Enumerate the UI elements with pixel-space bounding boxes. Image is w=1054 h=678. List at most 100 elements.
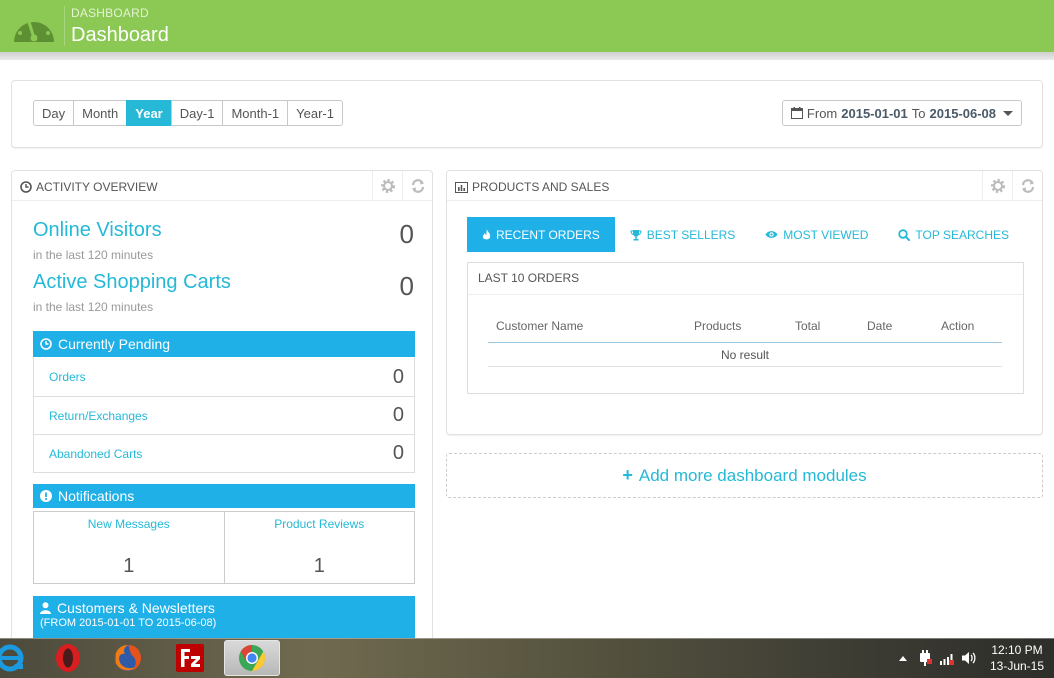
pending-returns-link[interactable]: Return/Exchanges: [49, 409, 148, 423]
clock-time: 12:10 PM: [991, 643, 1043, 657]
taskbar-opera[interactable]: [40, 640, 96, 676]
pending-returns-value: 0: [392, 404, 404, 426]
new-messages-label[interactable]: New Messages: [34, 517, 224, 531]
date-to-label: To: [911, 105, 926, 121]
header-shadow: [0, 52, 1054, 60]
online-visitors-value: 0: [399, 219, 414, 249]
notifications-title: Notifications: [58, 488, 135, 504]
activity-panel-title-wrap: Activity overview: [20, 180, 158, 194]
firefox-icon: [115, 644, 141, 671]
pending-orders-value: 0: [392, 365, 404, 388]
active-carts-link[interactable]: Active Shopping Carts: [33, 271, 231, 294]
plus-icon: +: [622, 465, 633, 485]
customers-title: Customers & Newsletters: [57, 600, 215, 616]
calendar-icon: [790, 107, 803, 119]
orders-empty-row: No result: [488, 343, 1002, 367]
clock-date: 13-Jun-15: [989, 659, 1045, 673]
col-customer-name: Customer Name: [496, 319, 584, 333]
col-date: Date: [867, 319, 893, 333]
activity-overview-panel: Activity overview Online Visitors in the…: [11, 170, 433, 641]
taskbar-firefox[interactable]: [100, 640, 156, 676]
orders-table: Customer Name Products Total Date Action…: [488, 315, 1002, 367]
products-refresh-button[interactable]: [1012, 171, 1042, 201]
products-panel-header: Products and Sales: [447, 171, 1042, 201]
date-from-value: 2015-01-01: [841, 105, 908, 121]
product-reviews-cell[interactable]: Product Reviews 1: [223, 512, 415, 583]
currently-pending-header: Currently Pending: [33, 331, 415, 357]
tab-best-sellers[interactable]: Best Sellers: [615, 217, 751, 252]
add-modules-label: Add more dashboard modules: [638, 465, 867, 485]
orders-divider: [468, 294, 1023, 295]
period-day-button[interactable]: Day: [33, 100, 75, 126]
col-products: Products: [694, 319, 742, 333]
product-reviews-label[interactable]: Product Reviews: [225, 517, 415, 531]
period-year-1-button[interactable]: Year-1: [287, 100, 343, 126]
breadcrumb[interactable]: DASHBOARD: [71, 6, 149, 20]
power-plug-icon: [920, 650, 932, 666]
period-button-group: Day Month Year Day-1 Month-1 Year-1: [33, 100, 343, 126]
power-tray-button[interactable]: [914, 647, 936, 669]
products-config-button[interactable]: [982, 171, 1012, 201]
period-day-1-button[interactable]: Day-1: [170, 100, 224, 126]
refresh-icon: [411, 179, 424, 193]
gear-icon: [380, 179, 395, 193]
pending-row-returns: Return/Exchanges 0: [34, 396, 414, 434]
date-range-picker-button[interactable]: From 2015-01-01 To 2015-06-08: [781, 100, 1022, 126]
notifications-grid: New Messages 1 Product Reviews 1: [33, 511, 415, 584]
customers-title-row: Customers & Newsletters: [40, 600, 215, 616]
header-divider: [64, 6, 65, 46]
customers-range: (FROM 2015-01-01 TO 2015-06-08): [40, 617, 217, 629]
period-month-button[interactable]: Month: [73, 100, 128, 126]
products-and-sales-panel: Products and Sales: [446, 170, 1043, 435]
taskbar-clock[interactable]: 12:10 PM 13-Jun-15: [980, 642, 1054, 674]
period-month-1-button[interactable]: Month-1: [222, 100, 289, 126]
taskbar-chrome[interactable]: [224, 640, 280, 676]
pending-abandoned-link[interactable]: Abandoned Carts: [49, 447, 142, 461]
last-orders-box: Last 10 Orders Customer Name Products To…: [467, 262, 1024, 394]
trophy-icon: [630, 229, 642, 240]
activity-panel-header: Activity overview: [12, 171, 432, 201]
date-range-card: Day Month Year Day-1 Month-1 Year-1 From…: [11, 80, 1043, 148]
period-year-button[interactable]: Year: [126, 100, 172, 126]
dashboard-gauge-icon: [14, 16, 54, 42]
page-header: DASHBOARD Dashboard: [0, 0, 1054, 52]
pending-list: Orders 0 Return/Exchanges 0 Abandoned Ca…: [33, 358, 415, 473]
page-title: Dashboard: [71, 24, 169, 46]
taskbar: 12:10 PM 13-Jun-15: [0, 638, 1054, 678]
notifications-header: Notifications: [33, 484, 415, 508]
network-tray-button[interactable]: [936, 647, 958, 669]
tab-most-viewed[interactable]: Most Viewed: [750, 217, 883, 252]
tab-top-searches[interactable]: Top Searches: [883, 217, 1024, 252]
col-total: Total: [795, 319, 821, 333]
new-messages-value: 1: [123, 555, 135, 577]
activity-panel-tools: [372, 171, 432, 201]
show-hidden-icons-button[interactable]: [892, 647, 914, 669]
pending-orders-link[interactable]: Orders: [49, 370, 86, 384]
speaker-icon: [962, 652, 976, 664]
chrome-icon: [239, 644, 266, 672]
new-messages-cell[interactable]: New Messages 1: [34, 512, 224, 583]
products-tabs: Recent Orders Best Sellers Most Viewed: [467, 217, 1024, 252]
activity-panel-title: Activity overview: [36, 180, 158, 194]
active-carts-sub: in the last 120 minutes: [33, 300, 154, 314]
add-dashboard-modules-button[interactable]: + Add more dashboard modules: [446, 453, 1043, 498]
tab-best-sellers-label: Best Sellers: [646, 227, 736, 242]
taskbar-filezilla[interactable]: [162, 640, 218, 676]
online-visitors-link[interactable]: Online Visitors: [33, 219, 162, 242]
date-to-value: 2015-06-08: [929, 105, 997, 121]
taskbar-ie[interactable]: [0, 640, 38, 676]
activity-config-button[interactable]: [372, 171, 402, 201]
clock-icon: [40, 338, 52, 350]
opera-icon: [56, 644, 80, 672]
orders-table-header: Customer Name Products Total Date Action: [488, 315, 1002, 343]
gear-icon: [990, 179, 1005, 193]
volume-tray-button[interactable]: [958, 647, 980, 669]
eye-icon: [765, 231, 778, 238]
pending-row-orders: Orders 0: [34, 358, 414, 396]
active-carts-value: 0: [399, 271, 414, 301]
product-reviews-value: 1: [313, 555, 325, 577]
refresh-icon: [1021, 179, 1034, 193]
tab-recent-orders[interactable]: Recent Orders: [467, 217, 615, 252]
tab-recent-orders-label: Recent Orders: [496, 227, 600, 242]
activity-refresh-button[interactable]: [402, 171, 432, 201]
